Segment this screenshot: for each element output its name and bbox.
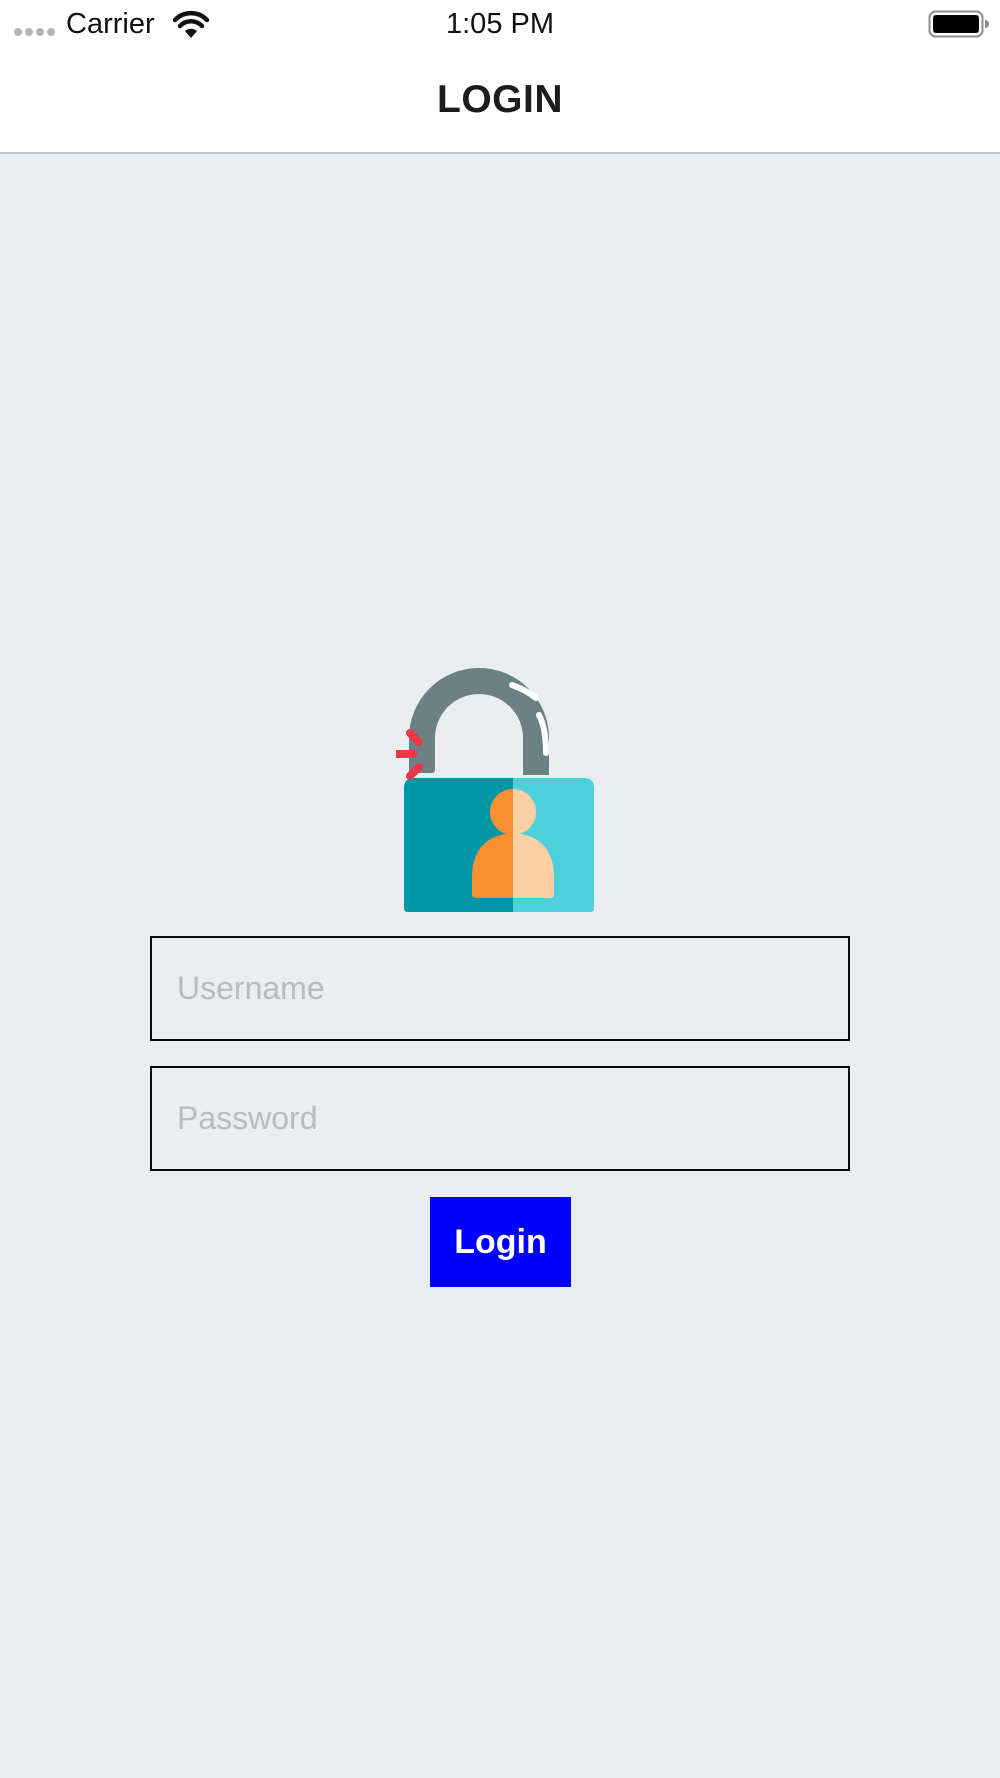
navigation-bar: LOGIN <box>0 48 1000 154</box>
username-input[interactable] <box>150 936 850 1041</box>
password-input[interactable] <box>150 1066 850 1171</box>
status-time: 1:05 PM <box>446 8 554 40</box>
status-bar: Carrier 1:05 PM <box>0 0 1000 48</box>
battery-icon <box>928 10 989 38</box>
page-title: LOGIN <box>437 78 563 121</box>
login-button[interactable]: Login <box>430 1197 571 1287</box>
unlocked-padlock-user-icon <box>396 668 594 912</box>
